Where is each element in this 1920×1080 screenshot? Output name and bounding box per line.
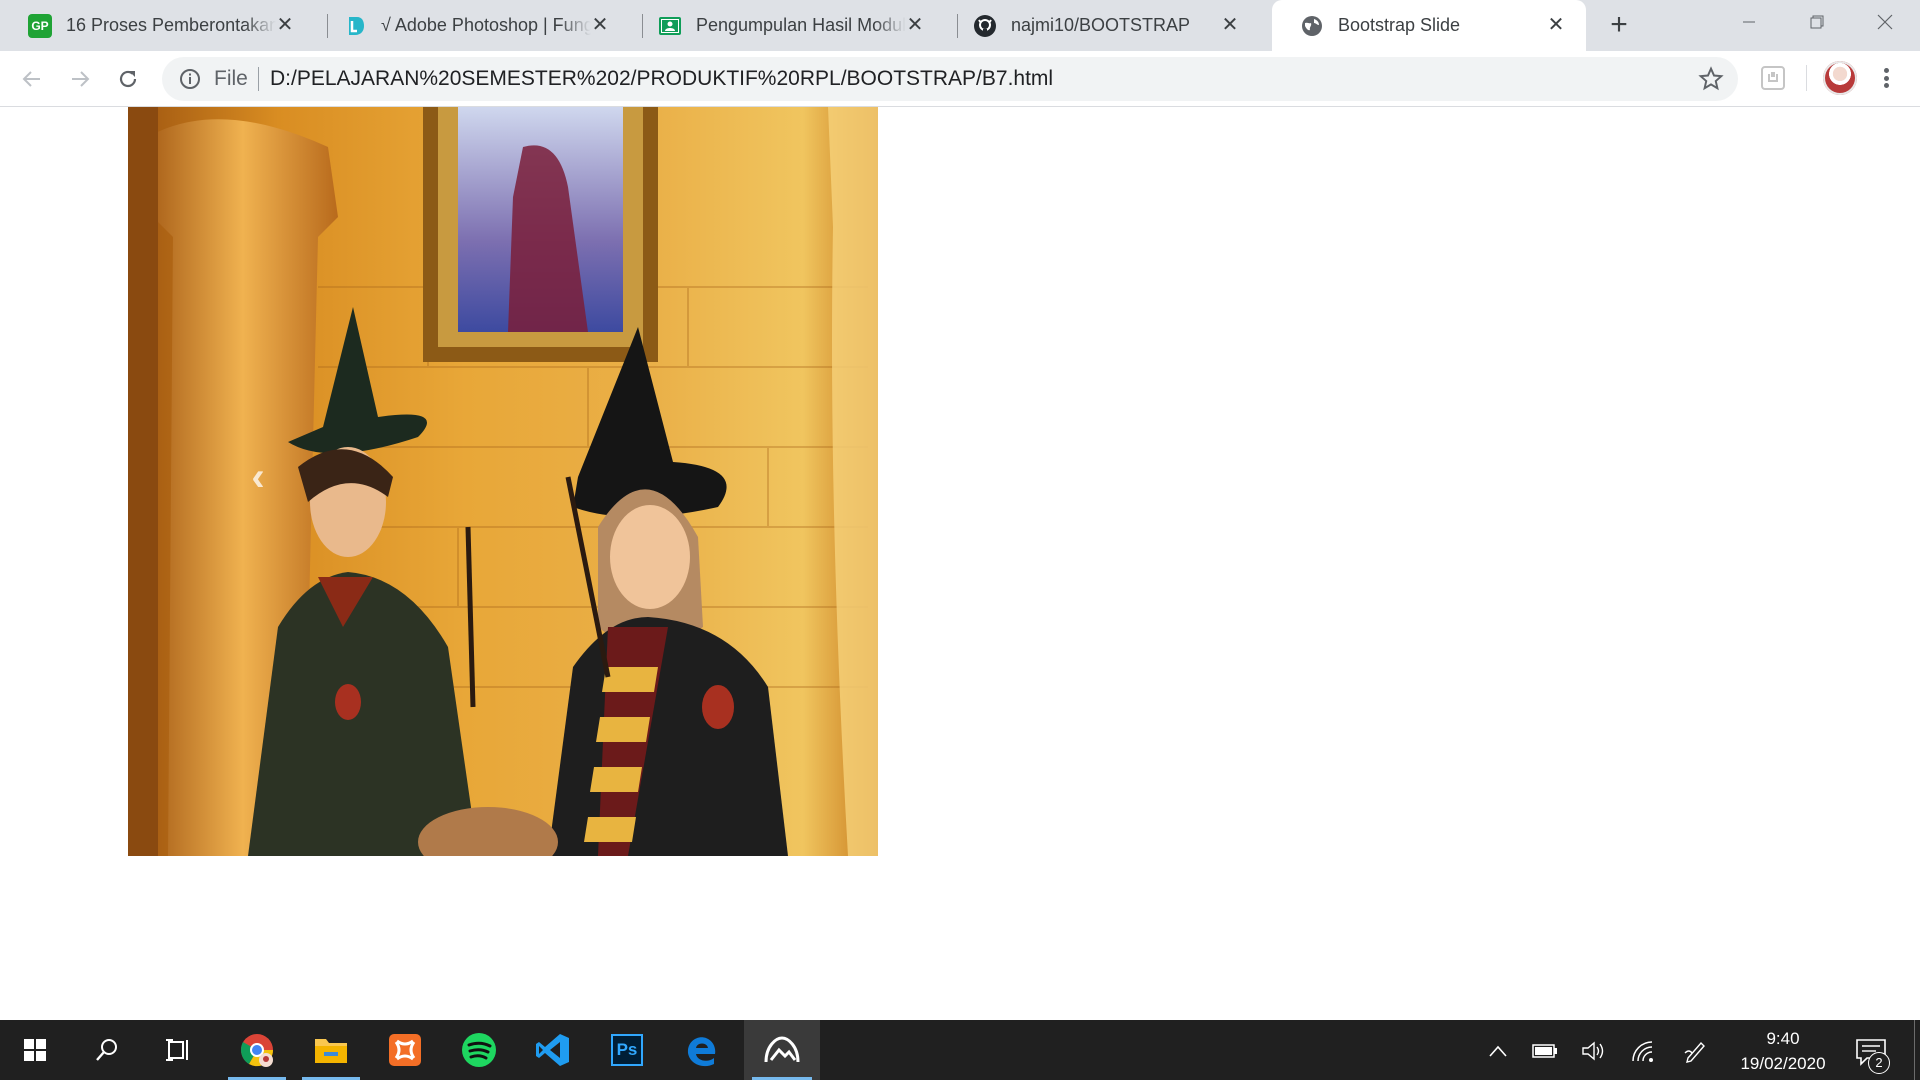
address-bar[interactable]: File D:/PELAJARAN%20SEMESTER%202/PRODUKT… <box>162 57 1738 101</box>
photoshop-label: Ps <box>616 1040 638 1059</box>
taskbar-file-explorer[interactable] <box>294 1020 368 1080</box>
windows-taskbar: Ps 9:40 19/02/2020 2 <box>0 1020 1920 1080</box>
close-tab-icon[interactable]: ✕ <box>903 13 927 37</box>
tab-title: 16 Proses Pemberontakan PKI <box>66 15 276 35</box>
start-button[interactable] <box>0 1020 70 1080</box>
taskbar-edge[interactable] <box>664 1020 738 1080</box>
tab-title: Bootstrap Slide <box>1338 15 1461 35</box>
restore-icon <box>1810 15 1824 29</box>
tab-adobe-photoshop[interactable]: √ Adobe Photoshop | Fungsi ✕ <box>315 0 630 51</box>
chrome-menu-icon[interactable] <box>1874 65 1898 91</box>
close-tab-icon[interactable]: ✕ <box>273 13 297 37</box>
tab-proses-pemberontakan[interactable]: GP 16 Proses Pemberontakan PKI ✕ <box>0 0 315 51</box>
scheme-label: File <box>214 67 248 90</box>
page-content: ‹ <box>0 107 1920 1020</box>
taskbar-photoshop[interactable]: Ps <box>590 1020 664 1080</box>
taskbar-vscode[interactable] <box>516 1020 590 1080</box>
tab-title: najmi10/BOOTSTRAP <box>1011 15 1191 35</box>
quipper-icon <box>343 14 367 38</box>
photos-icon <box>764 1036 800 1063</box>
taskbar-chrome[interactable] <box>220 1020 294 1080</box>
restore-button[interactable] <box>1783 0 1851 44</box>
clock[interactable]: 9:40 19/02/2020 <box>1728 1026 1838 1076</box>
close-icon <box>1877 14 1893 30</box>
carousel-prev-button[interactable]: ‹ <box>228 447 288 507</box>
volume-icon <box>1582 1041 1604 1061</box>
spotify-icon <box>462 1033 496 1067</box>
close-tab-icon[interactable]: ✕ <box>588 13 612 37</box>
github-icon <box>973 14 997 38</box>
photoshop-icon: Ps <box>611 1034 643 1066</box>
profile-avatar[interactable] <box>1823 61 1857 95</box>
file-explorer-icon <box>315 1039 347 1063</box>
volume-button[interactable] <box>1580 1038 1606 1064</box>
battery-button[interactable] <box>1532 1038 1558 1064</box>
toolbar-separator <box>1806 65 1807 91</box>
tab-strip: GP 16 Proses Pemberontakan PKI ✕ √ Adobe… <box>0 0 1920 51</box>
tab-title: Pengumpulan Hasil Modul BOOTSTRAP <box>696 15 906 35</box>
tab-github-bootstrap[interactable]: najmi10/BOOTSTRAP ✕ <box>945 0 1260 51</box>
globe-icon <box>1300 14 1324 38</box>
notification-count-badge: 2 <box>1868 1052 1890 1074</box>
search-button[interactable] <box>70 1020 144 1080</box>
chevron-up-icon <box>1489 1045 1507 1057</box>
xampp-icon <box>389 1034 421 1066</box>
network-button[interactable] <box>1630 1038 1656 1064</box>
show-desktop-button[interactable] <box>1914 1020 1915 1080</box>
address-divider <box>258 67 259 91</box>
clock-time: 9:40 <box>1766 1029 1800 1048</box>
reload-button[interactable] <box>112 63 144 95</box>
pen-workspace-button[interactable] <box>1682 1038 1708 1064</box>
info-icon[interactable] <box>178 67 202 91</box>
back-arrow-icon <box>22 71 40 87</box>
close-tab-icon[interactable]: ✕ <box>1544 13 1568 37</box>
task-view-icon <box>166 1039 188 1061</box>
tab-pengumpulan-hasil-modul[interactable]: Pengumpulan Hasil Modul BOOTSTRAP ✕ <box>630 0 945 51</box>
tab-title: √ Adobe Photoshop | Fungsi <box>381 15 591 35</box>
battery-icon <box>1532 1044 1557 1058</box>
wifi-icon <box>1632 1041 1653 1062</box>
vscode-icon <box>536 1034 569 1066</box>
task-view-button[interactable] <box>142 1020 216 1080</box>
reload-icon <box>119 70 137 88</box>
forward-button[interactable] <box>64 63 96 95</box>
extension-icon[interactable] <box>1760 64 1786 92</box>
pen-icon <box>1684 1041 1705 1063</box>
edge-icon <box>687 1037 716 1067</box>
url-text[interactable]: D:/PELAJARAN%20SEMESTER%202/PRODUKTIF%20… <box>270 67 1053 91</box>
new-tab-button[interactable]: + <box>1603 9 1635 41</box>
bookmark-star-icon[interactable] <box>1698 66 1724 92</box>
start-icon <box>24 1039 46 1061</box>
close-tab-icon[interactable]: ✕ <box>1218 13 1242 37</box>
taskbar-xampp[interactable] <box>368 1020 442 1080</box>
show-hidden-icons-button[interactable] <box>1485 1038 1511 1064</box>
minimize-button[interactable] <box>1715 0 1783 44</box>
back-button[interactable] <box>16 63 48 95</box>
clock-date: 19/02/2020 <box>1740 1054 1826 1073</box>
browser-toolbar: File D:/PELAJARAN%20SEMESTER%202/PRODUKT… <box>0 51 1920 107</box>
close-window-button[interactable] <box>1851 0 1919 44</box>
tab-bootstrap-slide[interactable]: Bootstrap Slide ✕ <box>1272 0 1586 51</box>
image-carousel[interactable]: ‹ <box>128 107 878 856</box>
search-icon <box>96 1039 117 1061</box>
google-classroom-icon <box>658 14 682 38</box>
chrome-icon <box>240 1034 274 1067</box>
chevron-left-icon: ‹ <box>251 454 265 499</box>
gp-site-icon: GP <box>28 13 52 38</box>
taskbar-spotify[interactable] <box>442 1020 516 1080</box>
forward-arrow-icon <box>72 71 90 87</box>
minimize-icon <box>1743 21 1755 23</box>
taskbar-photos[interactable] <box>744 1020 820 1080</box>
